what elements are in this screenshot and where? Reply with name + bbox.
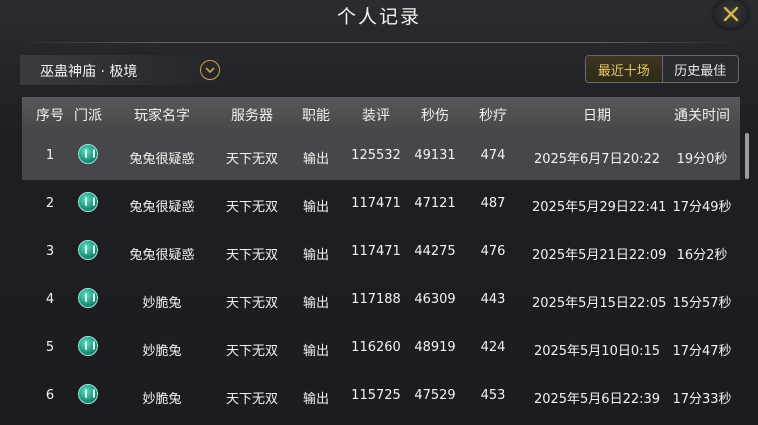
records-table: 1 兔兔很疑惑 天下无双 输出 125532 49131 474 2025年6月… <box>22 133 740 425</box>
row-date: 2025年6月7日20:22 <box>533 152 661 167</box>
row-index: 5 <box>45 340 55 355</box>
row-player: 兔兔很疑惑 <box>129 248 195 263</box>
table-row[interactable]: 6 妙脆兔 天下无双 输出 115725 47529 453 2025年5月6日… <box>22 373 740 420</box>
row-time: 17分49秒 <box>672 200 732 215</box>
header-role: 职能 <box>302 108 330 124</box>
row-hps: 487 <box>480 196 506 211</box>
close-button[interactable] <box>714 0 748 28</box>
row-player: 兔兔很疑惑 <box>129 200 195 215</box>
records-panel: 个人记录 巫蛊神庙 · 极境 最近十场 历史最佳 序号 门派 玩家名字 服务器 … <box>0 0 758 425</box>
scroll-thumb[interactable] <box>745 133 749 179</box>
header-date: 日期 <box>583 108 611 124</box>
row-role: 输出 <box>302 344 329 359</box>
table-header: 序号 门派 玩家名字 服务器 职能 装评 秒伤 秒疗 日期 通关时间 <box>22 97 740 133</box>
page-title: 个人记录 <box>336 6 421 28</box>
row-gear: 117471 <box>351 244 401 259</box>
row-gear: 117471 <box>351 196 401 211</box>
jade-sect-icon <box>78 336 98 356</box>
header-player: 玩家名字 <box>134 108 190 124</box>
row-time: 19分0秒 <box>676 152 728 167</box>
row-server: 天下无双 <box>225 344 278 359</box>
tab-history-best[interactable]: 历史最佳 <box>663 56 739 82</box>
row-time: 15分57秒 <box>672 296 732 311</box>
row-dps: 48919 <box>414 340 456 355</box>
header-server: 服务器 <box>231 108 273 124</box>
row-hps: 453 <box>480 388 506 403</box>
header-time: 通关时间 <box>674 108 730 124</box>
row-server: 天下无双 <box>225 200 278 215</box>
row-player: 妙脆兔 <box>142 296 182 311</box>
header-gear: 装评 <box>362 108 390 124</box>
close-icon <box>723 6 739 22</box>
row-dps: 47121 <box>414 196 456 211</box>
row-hps: 476 <box>480 244 506 259</box>
row-gear: 117188 <box>351 292 401 307</box>
row-index: 4 <box>45 292 55 307</box>
row-role: 输出 <box>302 248 329 263</box>
tab-recent-ten[interactable]: 最近十场 <box>586 56 663 82</box>
table-row[interactable]: 2 兔兔很疑惑 天下无双 输出 117471 47121 487 2025年5月… <box>22 181 740 228</box>
row-hps: 443 <box>480 292 506 307</box>
row-time: 16分2秒 <box>676 248 728 263</box>
header-hps: 秒疗 <box>479 108 507 124</box>
jade-sect-icon <box>78 384 98 404</box>
divider <box>20 42 738 43</box>
row-player: 妙脆兔 <box>142 344 182 359</box>
row-index: 2 <box>45 196 55 211</box>
row-server: 天下无双 <box>225 392 278 407</box>
dungeon-label: 巫蛊神庙 · 极境 <box>40 64 138 80</box>
row-date: 2025年5月21日22:09 <box>532 248 667 263</box>
scrollbar[interactable] <box>745 133 750 425</box>
row-date: 2025年5月15日22:05 <box>532 296 667 311</box>
row-server: 天下无双 <box>225 296 278 311</box>
row-player: 妙脆兔 <box>142 392 182 407</box>
chevron-down-icon[interactable] <box>200 60 220 80</box>
table-row[interactable]: 3 兔兔很疑惑 天下无双 输出 117471 44275 476 2025年5月… <box>22 229 740 276</box>
row-time: 17分47秒 <box>672 344 732 359</box>
jade-sect-icon <box>78 144 98 164</box>
header-index: 序号 <box>36 108 64 124</box>
row-gear: 125532 <box>351 148 401 163</box>
row-server: 天下无双 <box>225 248 278 263</box>
header-dps: 秒伤 <box>421 108 449 124</box>
row-gear: 116260 <box>351 340 401 355</box>
row-role: 输出 <box>302 392 329 407</box>
row-player: 兔兔很疑惑 <box>129 152 195 167</box>
row-dps: 49131 <box>414 148 456 163</box>
row-time: 17分33秒 <box>672 392 732 407</box>
row-dps: 44275 <box>414 244 456 259</box>
jade-sect-icon <box>78 240 98 260</box>
record-mode-toggle: 最近十场 历史最佳 <box>585 55 739 83</box>
row-role: 输出 <box>302 200 329 215</box>
table-row[interactable]: 4 妙脆兔 天下无双 输出 117188 46309 443 2025年5月15… <box>22 277 740 324</box>
row-date: 2025年5月6日22:39 <box>533 392 661 407</box>
jade-sect-icon <box>78 288 98 308</box>
row-role: 输出 <box>302 152 329 167</box>
row-hps: 424 <box>480 340 506 355</box>
row-dps: 47529 <box>414 388 456 403</box>
row-role: 输出 <box>302 296 329 311</box>
row-server: 天下无双 <box>225 152 278 167</box>
jade-sect-icon <box>78 192 98 212</box>
row-index: 6 <box>45 388 55 403</box>
row-dps: 46309 <box>414 292 456 307</box>
dungeon-select[interactable]: 巫蛊神庙 · 极境 <box>20 55 225 85</box>
row-index: 1 <box>45 148 55 163</box>
row-index: 3 <box>45 244 55 259</box>
table-row[interactable]: 1 兔兔很疑惑 天下无双 输出 125532 49131 474 2025年6月… <box>22 133 740 180</box>
table-row[interactable]: 5 妙脆兔 天下无双 输出 116260 48919 424 2025年5月10… <box>22 325 740 372</box>
row-gear: 115725 <box>351 388 401 403</box>
row-date: 2025年5月10日0:15 <box>533 344 661 359</box>
header-sect: 门派 <box>74 108 102 124</box>
row-hps: 474 <box>480 148 506 163</box>
row-date: 2025年5月29日22:41 <box>532 200 667 215</box>
